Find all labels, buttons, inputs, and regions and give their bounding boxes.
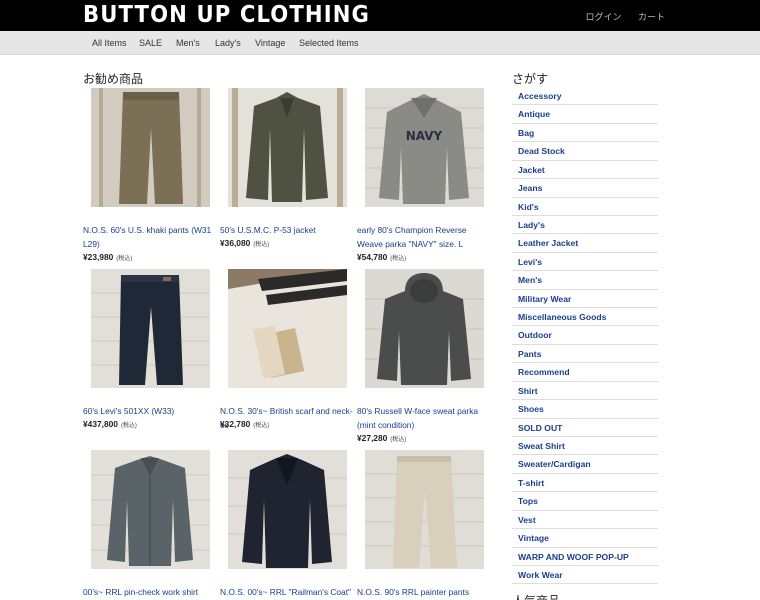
khaki-pants-photo[interactable] — [91, 88, 210, 207]
category-vest[interactable]: Vest — [512, 511, 658, 530]
sidebar-title: さがす — [512, 72, 549, 86]
product-price: ¥23,980 (税込) — [83, 252, 133, 262]
category-pants[interactable]: Pants — [512, 345, 658, 364]
product-price: ¥36,080 (税込) — [220, 238, 270, 248]
category-kids[interactable]: Kid's — [512, 198, 658, 216]
nav-ladys[interactable]: Lady's — [215, 38, 241, 48]
railman-coat-photo[interactable] — [228, 450, 347, 569]
site-logo[interactable]: BUTTON UP CLOTHING — [83, 2, 370, 28]
scarf-photo[interactable] — [228, 269, 347, 388]
painter-pants-photo[interactable] — [365, 450, 484, 569]
olive-jacket-photo[interactable] — [228, 88, 347, 207]
product-price: ¥54,780 (税込) — [357, 252, 407, 262]
sweat-parka-photo[interactable] — [365, 269, 484, 388]
category-vintage[interactable]: Vintage — [512, 529, 658, 548]
category-sweat-shirt[interactable]: Sweat Shirt — [512, 437, 658, 456]
product-price: ¥27,280 (税込) — [357, 433, 407, 443]
product-name[interactable]: 80's Russell W-face sweat parka (mint co… — [357, 404, 492, 432]
category-tops[interactable]: Tops — [512, 492, 658, 511]
category-warp-and-woof-pop-up[interactable]: WARP AND WOOF POP-UP — [512, 548, 658, 566]
category-military-wear[interactable]: Military Wear — [512, 290, 658, 309]
product-name[interactable]: N.O.S. 00's~ RRL "Railman's Coat" — [220, 585, 355, 599]
popular-items-title: 人気商品 — [512, 592, 560, 600]
work-shirt-photo[interactable] — [91, 450, 210, 569]
category-dead-stock[interactable]: Dead Stock — [512, 142, 658, 161]
category-t-shirt[interactable]: T-shirt — [512, 474, 658, 493]
navy-parka-photo[interactable]: NAVY — [365, 88, 484, 207]
category-shirt[interactable]: Shirt — [512, 382, 658, 401]
product-price: ¥32,780 (税込) — [220, 419, 270, 429]
product-name[interactable]: 60's Levi's 501XX (W33) — [83, 404, 218, 418]
nav-mens[interactable]: Men's — [176, 38, 200, 48]
category-jeans[interactable]: Jeans — [512, 179, 658, 198]
main-nav: All Items SALE Men's Lady's Vintage Sele… — [0, 31, 760, 55]
category-antique[interactable]: Antique — [512, 105, 658, 124]
cart-link[interactable]: カート — [638, 12, 665, 22]
header-links: ログイン カート — [571, 10, 665, 23]
product-price: ¥437,800 (税込) — [83, 419, 137, 429]
product-name[interactable]: N.O.S. 90's RRL painter pants — [357, 585, 492, 599]
denim-jeans-photo[interactable] — [91, 269, 210, 388]
product-name[interactable]: early 80's Champion Reverse Weave parka … — [357, 223, 492, 251]
category-list: Accessory Antique Bag Dead Stock Jacket … — [512, 87, 658, 585]
nav-selected-items[interactable]: Selected Items — [299, 38, 359, 48]
category-sold-out[interactable]: SOLD OUT — [512, 419, 658, 438]
category-bag[interactable]: Bag — [512, 124, 658, 143]
category-outdoor[interactable]: Outdoor — [512, 326, 658, 345]
nav-sale[interactable]: SALE — [139, 38, 162, 48]
login-link[interactable]: ログイン — [585, 12, 621, 22]
product-name[interactable]: 00's~ RRL pin-check work shirt — [83, 585, 218, 599]
product-name[interactable]: 50's U.S.M.C. P-53 jacket — [220, 223, 355, 237]
category-mens[interactable]: Men's — [512, 271, 658, 290]
product-name[interactable]: N.O.S. 60's U.S. khaki pants (W31 L29) — [83, 223, 218, 251]
category-shoes[interactable]: Shoes — [512, 400, 658, 419]
svg-text:NAVY: NAVY — [406, 129, 443, 143]
category-recommend[interactable]: Recommend — [512, 363, 658, 382]
category-miscellaneous-goods[interactable]: Miscellaneous Goods — [512, 308, 658, 327]
category-ladys[interactable]: Lady's — [512, 216, 658, 235]
nav-vintage[interactable]: Vintage — [255, 38, 285, 48]
category-levis[interactable]: Levi's — [512, 253, 658, 272]
category-work-wear[interactable]: Work Wear — [512, 566, 658, 585]
nav-all-items[interactable]: All Items — [92, 38, 127, 48]
category-jacket[interactable]: Jacket — [512, 161, 658, 180]
category-sweater-cardigan[interactable]: Sweater/Cardigan — [512, 455, 658, 474]
site-header: BUTTON UP CLOTHING ログイン カート — [0, 0, 760, 31]
category-leather-jacket[interactable]: Leather Jacket — [512, 234, 658, 253]
category-accessory[interactable]: Accessory — [512, 87, 658, 106]
section-title: お勧め商品 — [83, 72, 144, 86]
